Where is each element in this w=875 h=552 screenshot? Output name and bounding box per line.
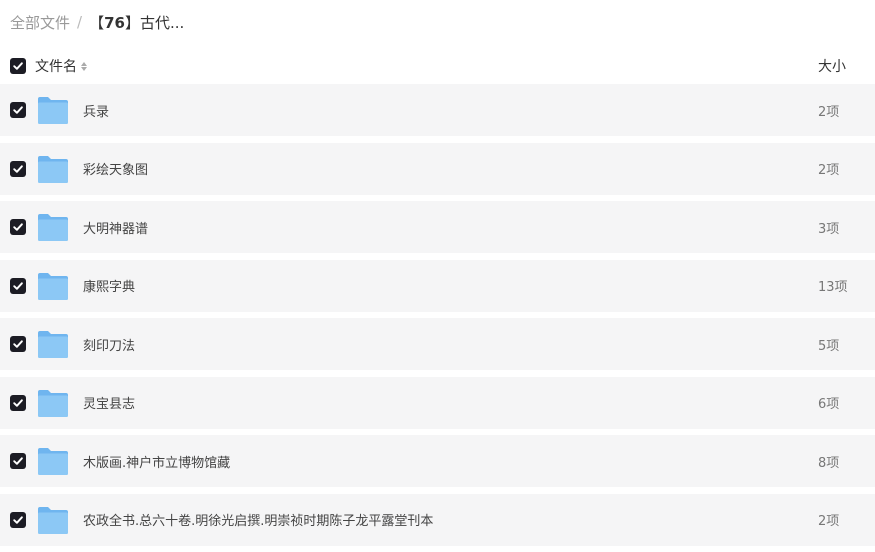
check-icon — [13, 340, 23, 348]
breadcrumb-root-link[interactable]: 全部文件 — [10, 12, 70, 33]
file-row[interactable]: 彩绘天象图 2项 — [0, 142, 875, 195]
file-row[interactable]: 农政全书.总六十卷.明徐光启撰.明崇祯时期陈子龙平露堂刊本 2项 — [0, 493, 875, 546]
file-row[interactable]: 大明神器谱 3项 — [0, 201, 875, 253]
check-icon — [13, 515, 23, 524]
name-column-label: 文件名 — [35, 59, 77, 75]
folder-icon — [37, 446, 69, 476]
file-row[interactable]: 木版画.神户市立博物馆藏 8项 — [0, 435, 875, 487]
row-checkbox[interactable] — [10, 453, 26, 469]
file-name[interactable]: 彩绘天象图 — [83, 159, 148, 178]
file-size: 2项 — [818, 514, 840, 529]
breadcrumb-number: 76 — [104, 13, 125, 32]
folder-icon — [37, 505, 69, 535]
breadcrumb-bracket-open: 【 — [89, 13, 105, 32]
file-name[interactable]: 康熙字典 — [83, 276, 135, 295]
file-size: 3项 — [818, 221, 840, 237]
file-name[interactable]: 灵宝县志 — [83, 393, 135, 412]
check-icon — [13, 223, 23, 231]
row-checkbox[interactable] — [10, 394, 26, 411]
file-name[interactable]: 木版画.神户市立博物馆藏 — [83, 452, 230, 471]
breadcrumb-bracket-close: 】 — [124, 13, 140, 32]
folder-icon — [37, 329, 69, 359]
file-row[interactable]: 兵录 2项 — [0, 84, 875, 136]
check-icon — [13, 106, 23, 114]
file-row[interactable]: 灵宝县志 6项 — [0, 376, 875, 429]
breadcrumb-separator: / — [77, 13, 83, 31]
row-checkbox[interactable] — [10, 277, 26, 294]
sort-icon — [81, 61, 87, 71]
file-size: 2项 — [818, 163, 840, 178]
breadcrumb-current-text: 古代... — [139, 13, 185, 32]
file-list-header: 文件名 大小 — [0, 52, 875, 80]
row-checkbox[interactable] — [10, 219, 26, 235]
file-list: 兵录 2项 彩绘天象图 2项 大明神器谱 3项 康熙字典 13项 刻印刀法 5项… — [0, 84, 875, 552]
file-row[interactable]: 康熙字典 13项 — [0, 259, 875, 312]
row-checkbox[interactable] — [10, 511, 26, 528]
select-all-checkbox[interactable] — [10, 58, 26, 74]
breadcrumb: 全部文件 / 【76】古代... — [10, 11, 184, 33]
size-column-label: 大小 — [818, 59, 846, 75]
folder-icon — [37, 154, 69, 184]
file-name[interactable]: 农政全书.总六十卷.明徐光启撰.明崇祯时期陈子龙平露堂刊本 — [83, 510, 433, 529]
file-size: 6项 — [818, 397, 840, 412]
file-size: 5项 — [818, 338, 840, 354]
file-name[interactable]: 刻印刀法 — [83, 335, 135, 354]
sort-by-name-button[interactable]: 文件名 — [35, 56, 87, 76]
check-icon — [13, 164, 23, 173]
breadcrumb-current-folder: 【76】古代... — [89, 12, 184, 33]
check-icon — [13, 62, 23, 70]
file-size: 2项 — [818, 104, 840, 120]
folder-icon — [37, 212, 69, 242]
file-row[interactable]: 刻印刀法 5项 — [0, 318, 875, 370]
file-size: 13项 — [818, 280, 848, 295]
file-name[interactable]: 兵录 — [83, 101, 109, 120]
check-icon — [13, 281, 23, 290]
row-checkbox[interactable] — [10, 102, 26, 118]
folder-icon — [37, 95, 69, 125]
folder-icon — [37, 388, 69, 418]
check-icon — [13, 398, 23, 407]
check-icon — [13, 457, 23, 465]
row-checkbox[interactable] — [10, 336, 26, 352]
file-name[interactable]: 大明神器谱 — [83, 218, 148, 237]
file-size: 8项 — [818, 455, 840, 471]
row-checkbox[interactable] — [10, 160, 26, 177]
folder-icon — [37, 271, 69, 301]
